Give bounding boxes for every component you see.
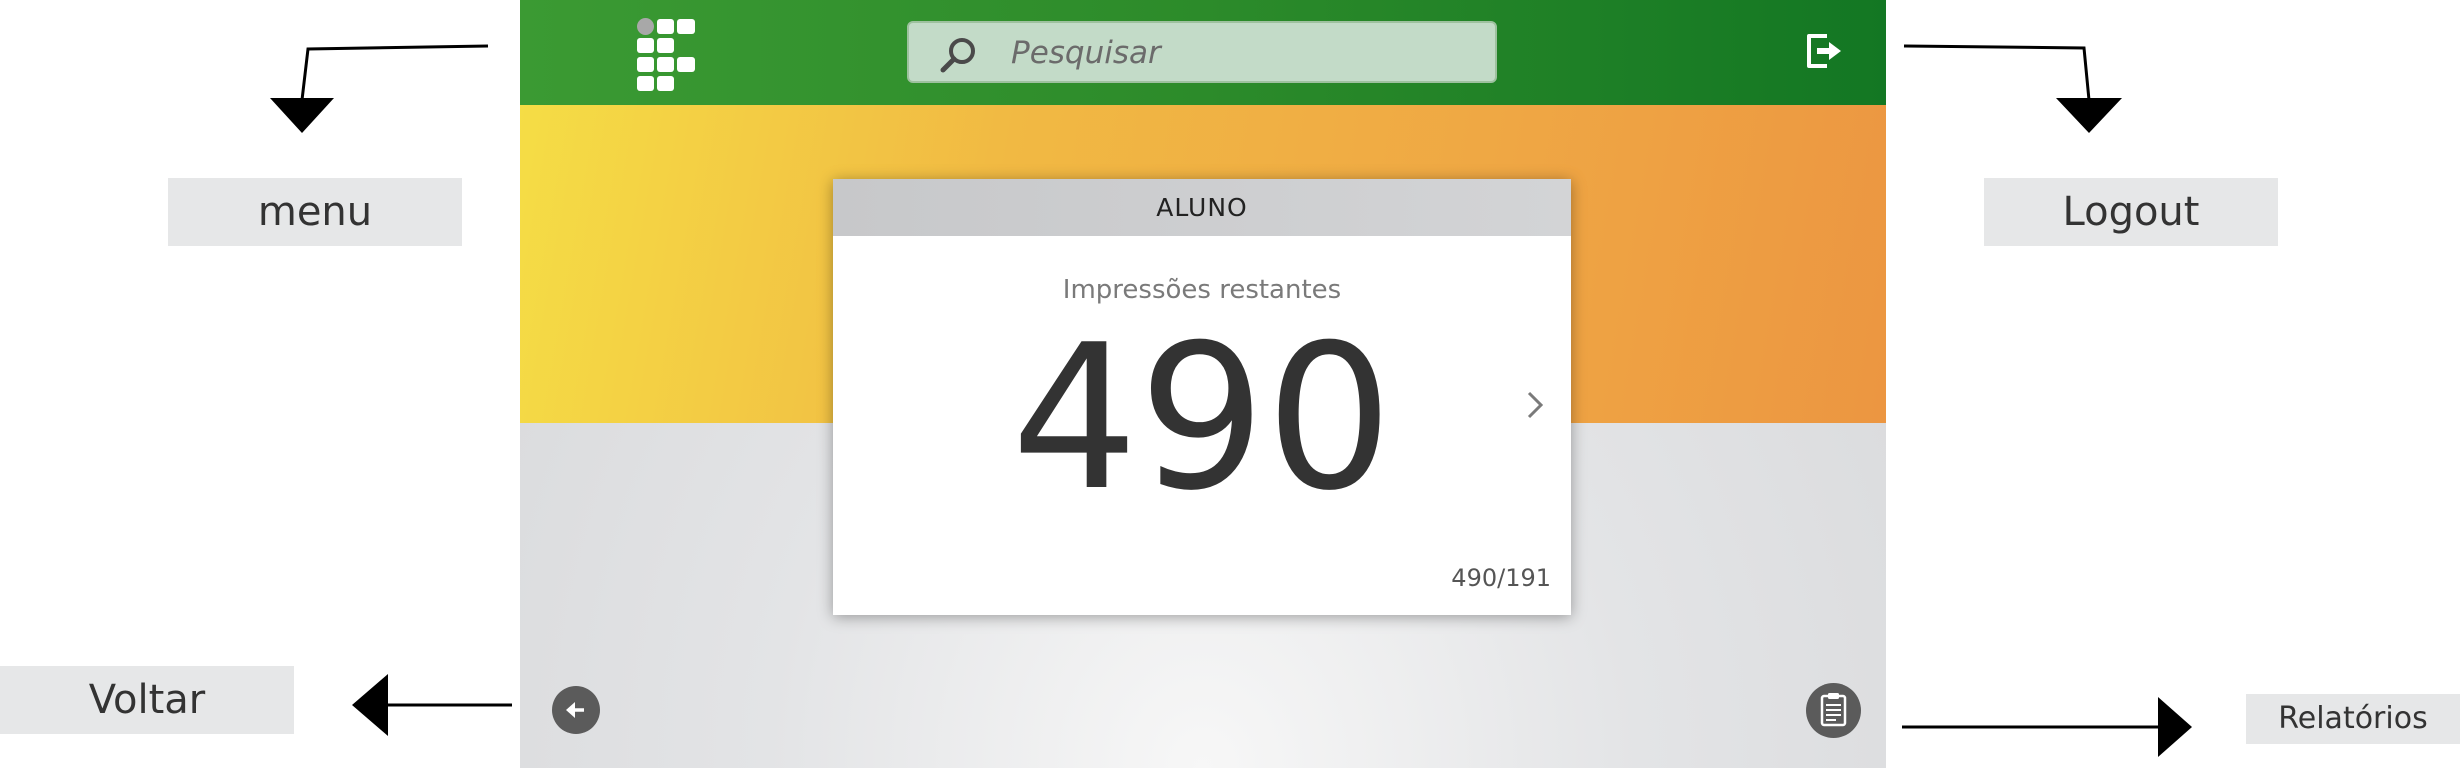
annotation-voltar-label: Voltar — [0, 666, 294, 734]
back-button[interactable] — [552, 686, 600, 734]
arrow-left-icon — [566, 702, 584, 718]
logout-arrow-line — [1903, 44, 2091, 101]
search-input[interactable] — [1009, 31, 1473, 75]
menu-arrow-head — [270, 98, 334, 133]
app-screen: ALUNO Impressões restantes 490 490/191 — [520, 0, 1886, 768]
quota-ratio: 490/191 — [1451, 564, 1551, 592]
reports-button[interactable] — [1806, 683, 1861, 738]
card-subtitle: Impressões restantes — [1062, 275, 1342, 305]
voltar-arrow-head — [352, 674, 388, 736]
card-title: ALUNO — [833, 179, 1571, 236]
search-bar[interactable] — [907, 21, 1497, 83]
annotation-relatorios-label: Relatórios — [2246, 694, 2460, 744]
clipboard-icon — [1820, 693, 1847, 727]
relatorios-arrow-head — [2158, 697, 2192, 757]
print-quota-card[interactable]: ALUNO Impressões restantes 490 490/191 — [833, 179, 1571, 615]
chevron-right-icon[interactable] — [1523, 387, 1547, 423]
annotation-logout-label: Logout — [1984, 178, 2278, 246]
top-bar — [520, 0, 1886, 105]
remaining-count: 490 — [1011, 302, 1393, 535]
menu-arrow-line — [300, 44, 489, 101]
logout-arrow-head — [2056, 98, 2122, 133]
search-icon — [940, 38, 975, 73]
grid-logo-icon[interactable] — [637, 18, 699, 94]
logout-icon[interactable] — [1803, 30, 1843, 72]
annotation-menu-label: menu — [168, 178, 462, 246]
